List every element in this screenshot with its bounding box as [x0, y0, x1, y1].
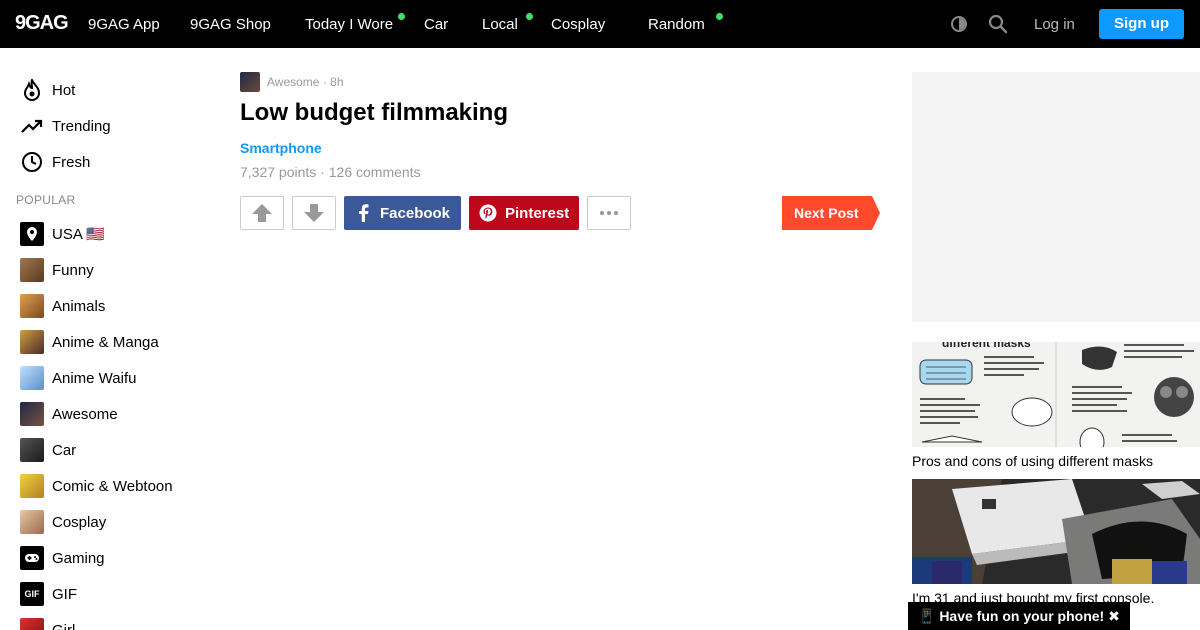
console-photo-image — [912, 479, 1200, 584]
sidebar-item-label: Awesome — [52, 405, 118, 423]
next-post-button[interactable]: Next Post — [782, 196, 880, 230]
sidebar-item-label: Gaming — [52, 549, 105, 567]
location-pin-icon — [20, 222, 44, 246]
new-dot-icon — [398, 13, 405, 20]
post-tag[interactable]: Smartphone — [240, 140, 322, 156]
dot-icon — [600, 211, 604, 215]
sidebar-item-gaming[interactable]: Gaming — [20, 546, 105, 570]
top-bar: 9GAG 9GAG App 9GAG Shop Today I Wore Car… — [0, 0, 1200, 48]
sidebar-item-label: Car — [52, 441, 77, 459]
post-stats: 7,327 points · 126 comments — [240, 164, 421, 180]
upvote-button[interactable] — [240, 196, 284, 230]
dot-icon — [607, 211, 611, 215]
section-thumbnail — [20, 618, 44, 630]
post-points[interactable]: 7,327 points — [240, 164, 316, 180]
sidebar-item-label: Trending — [52, 117, 111, 135]
sidebar-item-usa[interactable]: USA 🇺🇸 — [20, 222, 105, 246]
nav-item-9gag-app[interactable]: 9GAG App — [88, 16, 160, 33]
section-thumbnail — [20, 258, 44, 282]
new-dot-icon — [526, 13, 533, 20]
arrow-down-icon — [304, 204, 324, 222]
sidebar-item-label: Funny — [52, 261, 94, 279]
facebook-share-button[interactable]: Facebook — [344, 196, 461, 230]
sidebar-item-anime-waifu[interactable]: Anime Waifu — [20, 366, 136, 390]
dot-icon — [614, 211, 618, 215]
sidebar-item-trending[interactable]: Trending — [20, 114, 111, 138]
related-post-caption[interactable]: Pros and cons of using different masks — [912, 453, 1153, 469]
sidebar-item-car[interactable]: Car — [20, 438, 76, 462]
sidebar-item-label: Anime & Manga — [52, 333, 159, 351]
masks-chart-image: different masks — [912, 342, 1200, 447]
sidebar-item-funny[interactable]: Funny — [20, 258, 94, 282]
section-thumbnail[interactable] — [240, 72, 260, 92]
section-thumbnail — [20, 510, 44, 534]
sidebar-item-comic-webtoon[interactable]: Comic & Webtoon — [20, 474, 173, 498]
clock-icon — [20, 150, 44, 174]
sidebar-item-fresh[interactable]: Fresh — [20, 150, 90, 174]
image-caption-text: different masks — [942, 342, 1031, 350]
section-thumbnail — [20, 402, 44, 426]
sidebar-item-hot[interactable]: Hot — [20, 78, 75, 102]
more-options-button[interactable] — [587, 196, 631, 230]
sidebar-item-label: Cosplay — [52, 513, 107, 531]
section-thumbnail — [20, 330, 44, 354]
signup-button[interactable]: Sign up — [1099, 9, 1184, 39]
mobile-app-banner[interactable]: 📱 Have fun on your phone! ✖ — [908, 602, 1130, 630]
popular-heading: POPULAR — [16, 193, 76, 207]
sidebar-item-animals[interactable]: Animals — [20, 294, 105, 318]
sidebar-item-awesome[interactable]: Awesome — [20, 402, 118, 426]
dark-mode-icon[interactable] — [951, 16, 967, 32]
sidebar-item-girl[interactable]: Girl — [20, 618, 75, 630]
pinterest-label: Pinterest — [505, 204, 570, 222]
fire-icon — [20, 78, 44, 102]
new-dot-icon — [716, 13, 723, 20]
post-section[interactable]: Awesome — [267, 75, 319, 89]
post-age: 8h — [330, 75, 344, 89]
sidebar-item-label: Anime Waifu — [52, 369, 137, 387]
sidebar-item-label: Hot — [52, 81, 76, 99]
sidebar-item-label: Comic & Webtoon — [52, 477, 173, 495]
ad-placeholder — [912, 72, 1200, 322]
sidebar-item-label: USA 🇺🇸 — [52, 226, 105, 243]
post-title: Low budget filmmaking — [240, 99, 508, 126]
section-thumbnail — [20, 474, 44, 498]
post-comments[interactable]: 126 comments — [329, 164, 421, 180]
nav-item-cosplay[interactable]: Cosplay — [551, 16, 605, 33]
post-meta: Awesome · 8h — [267, 75, 344, 89]
logo[interactable]: 9GAG — [15, 12, 69, 35]
nav-item-local[interactable]: Local — [482, 16, 518, 33]
search-icon[interactable] — [988, 14, 1008, 34]
pinterest-share-button[interactable]: Pinterest — [469, 196, 579, 230]
facebook-label: Facebook — [380, 204, 451, 222]
sidebar-item-cosplay[interactable]: Cosplay — [20, 510, 106, 534]
related-post-image-masks[interactable]: different masks — [912, 342, 1200, 447]
trending-icon — [20, 114, 44, 138]
section-thumbnail — [20, 366, 44, 390]
arrow-up-icon — [252, 204, 272, 222]
nav-item-car[interactable]: Car — [424, 16, 448, 33]
section-thumbnail — [20, 294, 44, 318]
section-thumbnail — [20, 438, 44, 462]
related-post-image-console[interactable] — [912, 479, 1200, 584]
sidebar-item-label: Fresh — [52, 153, 91, 171]
downvote-button[interactable] — [292, 196, 336, 230]
nav-item-9gag-shop[interactable]: 9GAG Shop — [190, 16, 271, 33]
sidebar-item-label: Girl — [52, 621, 76, 630]
sidebar-item-gif[interactable]: GIF GIF — [20, 582, 77, 606]
facebook-icon — [354, 204, 372, 222]
login-link[interactable]: Log in — [1034, 16, 1075, 33]
nav-item-today-i-wore[interactable]: Today I Wore — [305, 16, 393, 33]
sidebar-item-label: GIF — [52, 585, 77, 603]
sidebar-item-anime-manga[interactable]: Anime & Manga — [20, 330, 159, 354]
nav-item-random[interactable]: Random — [648, 16, 705, 33]
sidebar-item-label: Animals — [52, 297, 106, 315]
gif-icon: GIF — [20, 582, 44, 606]
gamepad-icon — [20, 546, 44, 570]
pinterest-icon — [479, 204, 497, 222]
